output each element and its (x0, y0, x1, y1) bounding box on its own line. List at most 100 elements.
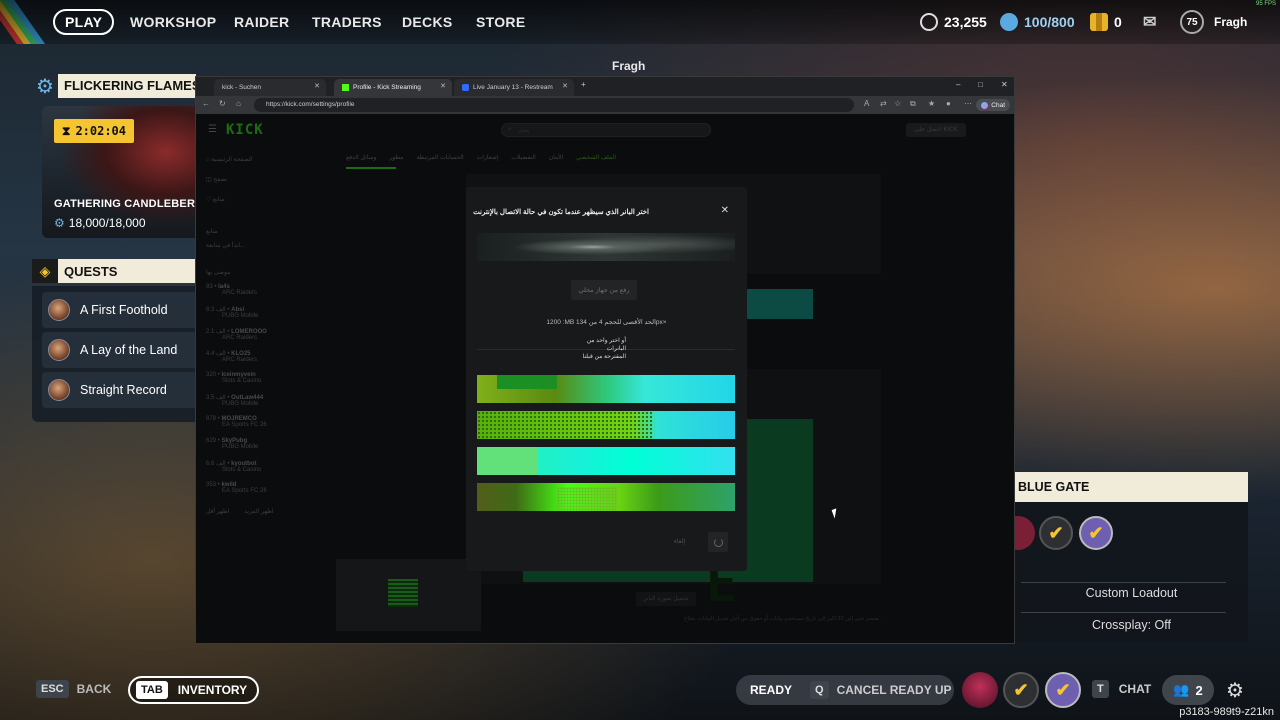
close-tab-icon[interactable]: ✕ (562, 82, 568, 90)
copilot-chat-button[interactable]: Chat (976, 99, 1010, 111)
channel-row[interactable]: 83 • la4s ARC Raiders (206, 284, 257, 296)
party-button[interactable]: 👥 2 (1162, 675, 1214, 705)
browser-tab-active[interactable]: Profile - Kick Streaming ✕ (334, 79, 452, 96)
new-tab-icon[interactable]: + (581, 80, 586, 89)
tab-security[interactable]: الأمان (549, 154, 564, 164)
nav-decks[interactable]: DECKS (402, 0, 453, 44)
back-arrow-icon[interactable]: ← (202, 99, 210, 108)
banner-option[interactable] (477, 411, 735, 439)
mail-button[interactable]: ✉ (1143, 0, 1156, 44)
url-field[interactable]: https://kick.com/settings/profile (254, 98, 854, 112)
browser-tab[interactable]: kick - Suchen ✕ (214, 79, 326, 96)
address-bar: ← ↻ ⌂ https://kick.com/settings/profile … (196, 96, 1014, 114)
channel-row[interactable]: 6.6 الف • kyoutbot Slots & Casino (206, 460, 261, 473)
channel-row[interactable]: 4.4 الف • KLO25 ARC Raiders (206, 350, 257, 363)
nav-workshop[interactable]: WORKSHOP (130, 0, 216, 44)
channel-row[interactable]: 629 • SkyPubg PUBG Mobile (206, 438, 258, 450)
channel-game: Slots & Casino (222, 378, 262, 384)
sidebar-following[interactable]: ♡ متابع (206, 196, 225, 203)
close-tab-icon[interactable]: ✕ (440, 82, 446, 90)
event-progress: ⚙ 18,000/18,000 (54, 216, 146, 230)
quest-label: A First Foothold (80, 303, 168, 317)
quest-item[interactable]: A First Foothold (42, 292, 197, 328)
quest-item[interactable]: A Lay of the Land (42, 332, 197, 368)
check-badge-icon[interactable]: ✔ (1003, 672, 1039, 708)
channel-game: ARC Raiders (222, 335, 258, 341)
tab-connected-accounts[interactable]: الحسابات المرتبطة (416, 154, 463, 164)
channel-row[interactable]: 878 • MOJREMCO EA Sports FC 26 (206, 416, 267, 428)
audio-bars (388, 579, 418, 607)
credits-counter: 0 (1090, 0, 1122, 44)
channel-row[interactable]: 3.5 الف • OutLaw444 PUBG Mobile (206, 394, 263, 407)
upload-local-button[interactable]: رفع من جهاز محلي (571, 280, 637, 300)
channel-row[interactable]: 8.3 الف • Absi PUBG Mobile (206, 306, 258, 319)
read-aloud-icon[interactable]: A (864, 99, 869, 108)
favorite-star-icon[interactable]: ☆ (894, 99, 901, 108)
settings-gear-icon[interactable]: ⚙ (1222, 677, 1248, 703)
home-icon[interactable]: ⌂ (236, 99, 241, 108)
tab-payment[interactable]: وسائل الدفع (346, 154, 376, 164)
kick-favicon-icon (342, 84, 349, 91)
banner-option[interactable] (477, 447, 735, 475)
nav-play[interactable]: PLAY (53, 9, 115, 35)
current-banner-preview (477, 233, 735, 261)
top-nav-bar: PLAY WORKSHOP RAIDER TRADERS DECKS STORE… (0, 0, 1280, 44)
hamburger-menu-icon[interactable]: ☰ (208, 124, 217, 135)
cancel-ready-button[interactable]: Q CANCEL READY UP (810, 681, 952, 699)
tab-preferences[interactable]: التفضيلات (511, 154, 536, 164)
quest-label: Straight Record (80, 383, 167, 397)
extensions-icon[interactable]: ⧉ (910, 99, 916, 109)
login-button[interactable]: احصل على KICK (906, 123, 966, 137)
tab-developer[interactable]: مطور (389, 154, 403, 164)
nav-raider[interactable]: RAIDER (234, 0, 289, 44)
close-icon[interactable]: ✕ (721, 205, 729, 216)
maximize-icon[interactable]: □ (978, 80, 983, 89)
quest-item[interactable]: Straight Record (42, 372, 197, 408)
channel-row[interactable]: 2.1 الف • LOMEROOO ARC Raiders (206, 328, 267, 341)
crowned-badge-icon[interactable]: ✔ (1045, 672, 1081, 708)
channel-row[interactable]: 353 • kwild EA Sports FC 26 (206, 482, 267, 494)
close-window-icon[interactable]: ✕ (1001, 80, 1008, 89)
sidebar-browse[interactable]: ◫ تصفح (206, 176, 227, 183)
loading-spinner-icon[interactable] (708, 532, 728, 552)
sidebar-home[interactable]: ⌂ الصفحة الرئيسية (206, 156, 252, 163)
tab-notifications[interactable]: إشعارات (477, 154, 499, 164)
crossplay-option[interactable]: Crossplay: Off (1015, 618, 1248, 632)
esc-key: ESC (36, 680, 69, 698)
browser-tab[interactable]: Live January 13 - Restream ✕ (454, 79, 574, 96)
nav-traders[interactable]: TRADERS (312, 0, 382, 44)
minimize-icon[interactable]: – (956, 80, 960, 89)
tab-profile[interactable]: الملف الشخصي (576, 154, 616, 164)
quests-header: ◈ QUESTS (32, 259, 197, 283)
nav-store[interactable]: STORE (476, 0, 525, 44)
show-more-link[interactable]: اظهر المزيد اظهر أقل (206, 508, 274, 515)
squad-avatar-icon[interactable] (962, 672, 998, 708)
channel-row[interactable]: 320 • Iceinmyvein Slots & Casino (206, 372, 261, 384)
banner-option[interactable] (477, 483, 735, 511)
browser-tabbar: kick - Suchen ✕ Profile - Kick Streaming ✕… (196, 77, 1014, 96)
back-button[interactable]: ESC BACK (36, 680, 111, 698)
cancel-button[interactable]: إلغاء (674, 538, 685, 545)
overhead-player-name: Fragh (612, 59, 646, 73)
more-menu-icon[interactable]: ⋯ (964, 99, 972, 108)
event-card[interactable]: ⧗ 2:02:04 GATHERING CANDLEBERRI ⚙ 18,000… (42, 106, 197, 238)
banner-option[interactable] (477, 375, 735, 403)
upload-banner-button[interactable]: تحميل صورة البانر (636, 592, 696, 606)
kick-settings-page: ☰ KICK ⌕ بحث احصل على KICK ⌂ الصفحة الرئ… (196, 114, 1014, 643)
inventory-button[interactable]: TAB INVENTORY (128, 676, 260, 704)
profile-avatar-icon[interactable]: ● (946, 99, 951, 108)
close-tab-icon[interactable]: ✕ (314, 82, 320, 90)
quest-label: A Lay of the Land (80, 343, 178, 357)
page-search-input[interactable]: ⌕ بحث (501, 123, 711, 137)
channel-game: EA Sports FC 26 (222, 488, 267, 494)
reload-icon[interactable]: ↻ (219, 99, 226, 108)
t-key: T (1092, 680, 1109, 698)
favorites-icon[interactable]: ★ (928, 99, 935, 108)
loadout-option[interactable]: Custom Loadout (1015, 586, 1248, 600)
chat-button[interactable]: T CHAT (1092, 680, 1151, 698)
browser-window: kick - Suchen ✕ Profile - Kick Streaming ✕… (195, 76, 1015, 644)
kick-logo[interactable]: KICK (226, 122, 264, 138)
player-profile[interactable]: 75 Fragh (1180, 0, 1247, 44)
translate-icon[interactable]: ⇄ (880, 99, 887, 108)
sidebar-label: تصفح (213, 177, 228, 183)
